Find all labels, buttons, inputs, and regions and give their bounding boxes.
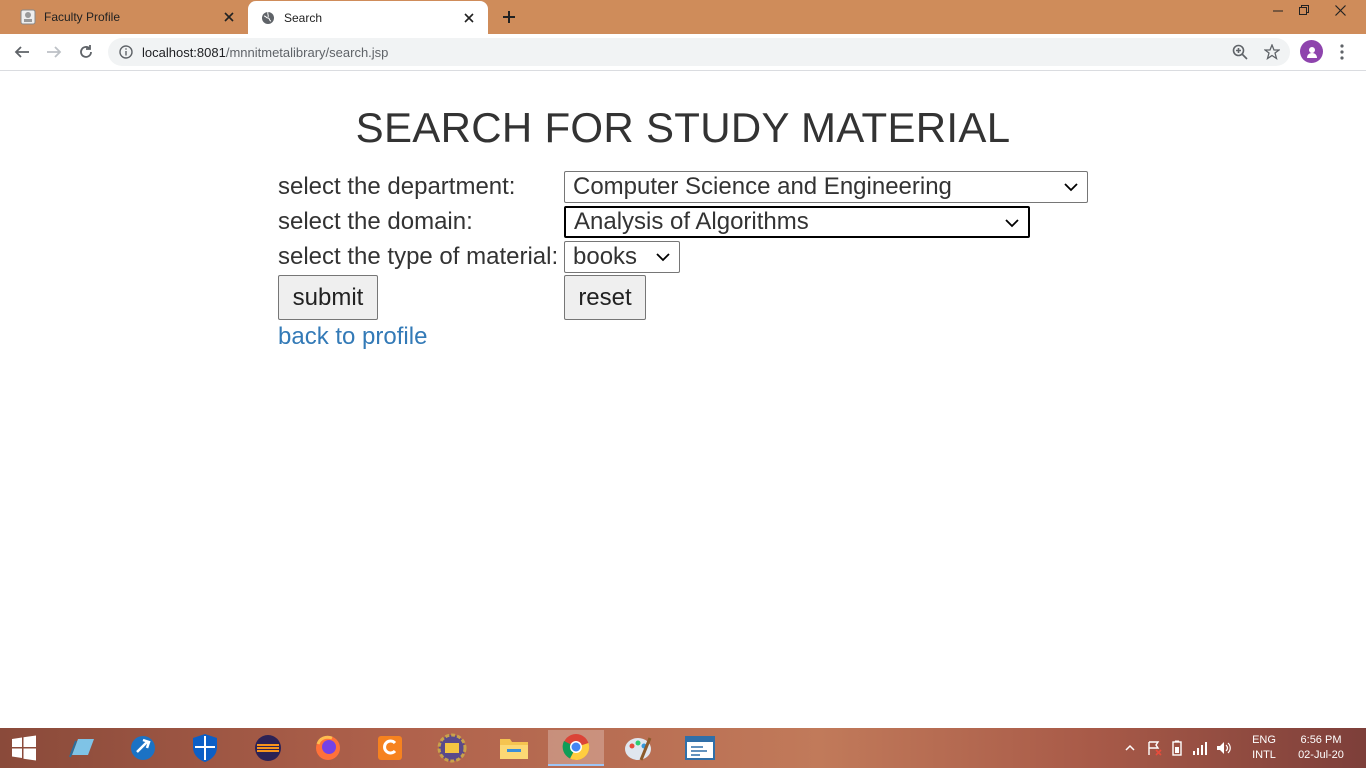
tab-faculty-profile[interactable]: Faculty Profile bbox=[8, 0, 248, 34]
page-favicon-icon bbox=[20, 9, 36, 25]
url-text: localhost:8081/mnnitmetalibrary/search.j… bbox=[142, 45, 388, 60]
menu-kebab-icon[interactable] bbox=[1334, 40, 1350, 64]
defender-shield-icon[interactable] bbox=[177, 730, 233, 766]
tab-title: Faculty Profile bbox=[44, 10, 121, 24]
file-manager-app-icon[interactable] bbox=[54, 730, 110, 766]
chrome-app-icon[interactable] bbox=[548, 730, 604, 766]
tray-chevron-up-icon[interactable] bbox=[1124, 742, 1136, 754]
url-host: localhost:8081 bbox=[142, 44, 226, 60]
close-window-icon[interactable] bbox=[1328, 0, 1352, 20]
chevron-down-icon bbox=[656, 253, 670, 262]
domain-select[interactable]: Analysis of Algorithms bbox=[564, 206, 1030, 238]
firefox-app-icon[interactable] bbox=[300, 730, 356, 766]
network-signal-icon[interactable] bbox=[1192, 741, 1208, 755]
edge-like-app-icon[interactable] bbox=[115, 730, 171, 766]
material-select[interactable]: books bbox=[564, 241, 680, 273]
department-selected-value: Computer Science and Engineering bbox=[573, 173, 952, 200]
file-explorer-app-icon[interactable] bbox=[486, 730, 542, 766]
profile-avatar-icon[interactable] bbox=[1300, 40, 1323, 63]
material-label: select the type of material: bbox=[278, 243, 559, 270]
back-arrow-icon[interactable] bbox=[10, 40, 34, 64]
restore-icon[interactable] bbox=[1292, 0, 1316, 20]
url-path: /mnnitmetalibrary/search.jsp bbox=[225, 44, 389, 60]
zoom-icon[interactable] bbox=[1228, 40, 1252, 64]
domain-selected-value: Analysis of Algorithms bbox=[574, 208, 809, 235]
submit-button[interactable]: submit bbox=[278, 275, 378, 320]
battery-icon[interactable] bbox=[1170, 740, 1184, 756]
language-code: ENG bbox=[1252, 734, 1276, 746]
page-title: SEARCH FOR STUDY MATERIAL bbox=[355, 104, 1011, 151]
notification-flag-icon[interactable] bbox=[1146, 740, 1162, 756]
domain-label: select the domain: bbox=[278, 208, 473, 235]
eclipse-app-icon[interactable] bbox=[240, 730, 296, 766]
close-tab-icon[interactable] bbox=[460, 9, 478, 27]
department-select[interactable]: Computer Science and Engineering bbox=[564, 171, 1088, 203]
minimize-icon[interactable] bbox=[1266, 0, 1290, 20]
clock-time: 6:56 PM bbox=[1300, 734, 1342, 746]
notepad-window-app-icon[interactable] bbox=[672, 730, 728, 766]
address-bar[interactable]: localhost:8081/mnnitmetalibrary/search.j… bbox=[108, 38, 1290, 66]
browser-titlebar: Faculty Profile Search bbox=[0, 0, 1366, 34]
close-tab-icon[interactable] bbox=[220, 8, 238, 26]
site-info-icon[interactable] bbox=[118, 44, 134, 60]
pdf-reader-app-icon[interactable] bbox=[362, 730, 418, 766]
input-language-indicator[interactable]: ENG INTL bbox=[1248, 733, 1280, 763]
new-tab-button[interactable] bbox=[499, 8, 519, 26]
reload-icon[interactable] bbox=[74, 40, 98, 64]
windows-start-icon[interactable] bbox=[0, 728, 48, 768]
browser-toolbar: localhost:8081/mnnitmetalibrary/search.j… bbox=[0, 34, 1366, 71]
material-selected-value: books bbox=[573, 243, 638, 270]
taskbar-clock[interactable]: 6:56 PM 02-Jul-20 bbox=[1290, 733, 1352, 763]
back-to-profile-link[interactable]: back to profile bbox=[278, 323, 427, 351]
windows-taskbar: ENG INTL 6:56 PM 02-Jul-20 bbox=[0, 728, 1366, 768]
globe-icon bbox=[260, 10, 276, 26]
clock-date: 02-Jul-20 bbox=[1298, 749, 1344, 761]
speaker-volume-icon[interactable] bbox=[1216, 741, 1232, 755]
reset-button[interactable]: reset bbox=[564, 275, 646, 320]
tab-title: Search bbox=[284, 10, 323, 25]
java-ee-ide-app-icon[interactable] bbox=[424, 730, 480, 766]
tab-search[interactable]: Search bbox=[248, 1, 488, 34]
chevron-down-icon bbox=[1005, 219, 1019, 228]
chevron-down-icon bbox=[1064, 183, 1078, 192]
system-tray bbox=[1124, 728, 1232, 768]
bookmark-star-icon[interactable] bbox=[1260, 40, 1284, 64]
keyboard-layout: INTL bbox=[1252, 749, 1276, 761]
forward-arrow-icon[interactable] bbox=[42, 40, 66, 64]
paint-app-icon[interactable] bbox=[610, 730, 666, 766]
department-label: select the department: bbox=[278, 173, 516, 200]
